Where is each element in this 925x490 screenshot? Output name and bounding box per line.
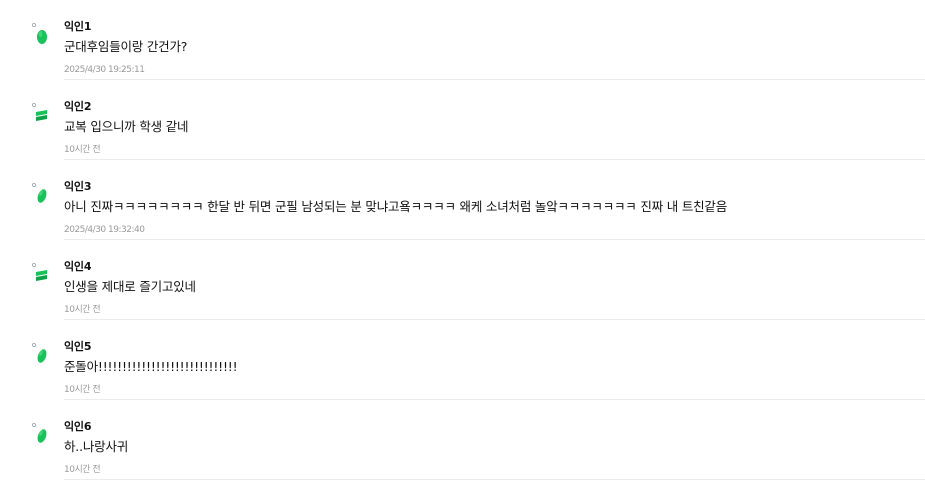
comment-text: 준돌아!!!!!!!!!!!!!!!!!!!!!!!!!!!!! [64,359,238,374]
comment-timestamp: 10시간 전 [64,385,101,395]
comment-author: 익인1 [64,20,92,33]
avatar-icon[interactable] [31,180,51,204]
comment-author: 익인4 [64,260,92,273]
comment-author: 익인3 [64,180,92,193]
comment-item: 익인4 인생을 제대로 즐기고있네 10시간 전 [0,240,925,320]
comment-item: 익인2 교복 입으니까 학생 같네 10시간 전 [0,80,925,160]
comment-item: 익인3 아니 진짜ㅋㅋㅋㅋㅋㅋㅋㅋ 한달 반 뒤면 군필 남성되는 분 맞냐고욬… [0,160,925,240]
comment-text: 교복 입으니까 학생 같네 [64,119,189,134]
comment-text: 인생을 제대로 즐기고있네 [64,279,196,294]
comment-item: 익인6 하..나랑사귀 10시간 전 [0,400,925,480]
comment-item: 익인1 군대후임들이랑 간건가? 2025/4/30 19:25:11 [0,0,925,80]
comment-timestamp: 2025/4/30 19:25:11 [64,65,145,75]
comment-text: 아니 진짜ㅋㅋㅋㅋㅋㅋㅋㅋ 한달 반 뒤면 군필 남성되는 분 맞냐고욬ㅋㅋㅋㅋ… [64,199,728,214]
comment-timestamp: 2025/4/30 19:32:40 [64,225,145,235]
divider [64,479,925,480]
comment-text: 하..나랑사귀 [64,439,129,454]
avatar-icon[interactable] [31,340,51,364]
comment-list: 익인1 군대후임들이랑 간건가? 2025/4/30 19:25:11 익인2 … [0,0,925,480]
avatar-icon[interactable] [31,260,51,284]
avatar-icon[interactable] [31,420,51,444]
comment-text: 군대후임들이랑 간건가? [64,39,188,54]
comment-author: 익인5 [64,340,92,353]
comment-timestamp: 10시간 전 [64,465,101,475]
comment-timestamp: 10시간 전 [64,145,101,155]
comment-timestamp: 10시간 전 [64,305,101,315]
avatar-icon[interactable] [31,100,51,124]
comment-item: 익인5 준돌아!!!!!!!!!!!!!!!!!!!!!!!!!!!!! 10시… [0,320,925,400]
avatar-icon[interactable] [31,20,51,44]
comment-author: 익인6 [64,420,92,433]
comment-author: 익인2 [64,100,92,113]
